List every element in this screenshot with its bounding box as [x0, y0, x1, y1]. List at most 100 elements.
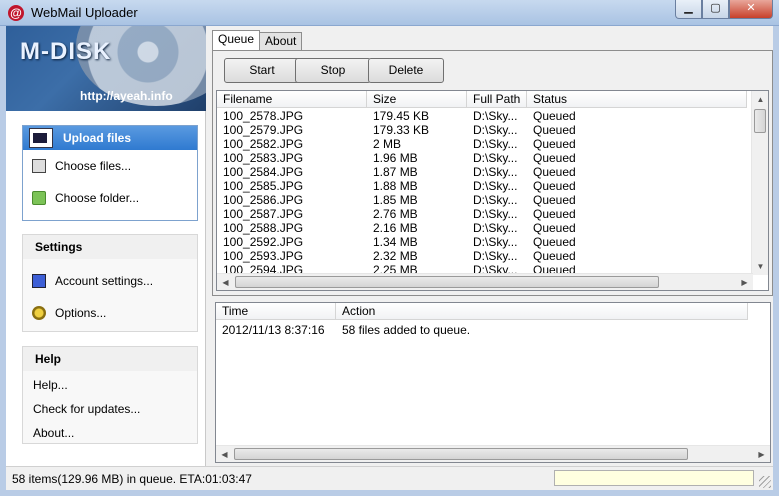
resize-grip[interactable]: [759, 476, 771, 488]
table-cell: Queued: [533, 151, 576, 165]
window-controls: ▁ ▢ ✕: [675, 0, 773, 19]
scroll-down-icon[interactable]: ▼: [752, 258, 768, 275]
column-filename[interactable]: Filename: [217, 91, 367, 108]
table-cell: D:\Sky...: [473, 165, 518, 179]
column-action[interactable]: Action: [336, 303, 748, 320]
table-cell: 100_2588.JPG: [223, 221, 304, 235]
table-cell: D:\Sky...: [473, 235, 518, 249]
queue-list[interactable]: Filename Size Full Path Status 100_2578.…: [216, 90, 769, 291]
choose-files-label: Choose files...: [55, 159, 132, 173]
log-cell: 58 files added to queue.: [342, 323, 471, 337]
minimize-button[interactable]: ▁: [675, 0, 702, 19]
banner: M-DISK http://ayeah.info: [6, 26, 206, 111]
table-cell: D:\Sky...: [473, 137, 518, 151]
settings-header[interactable]: Settings: [23, 235, 197, 259]
table-cell: D:\Sky...: [473, 123, 518, 137]
window-title: WebMail Uploader: [31, 5, 138, 20]
sidebar: M-DISK http://ayeah.info Upload files Ch…: [6, 26, 206, 466]
main-area: Queue About Start Stop Delete Filename S…: [212, 26, 773, 466]
help-header[interactable]: Help: [23, 347, 197, 371]
start-button[interactable]: Start: [224, 58, 300, 83]
title-bar[interactable]: @ WebMail Uploader ▁ ▢ ✕: [0, 0, 779, 26]
column-time[interactable]: Time: [216, 303, 336, 320]
table-row[interactable]: 100_2586.JPG 1.85 MB D:\Sky... Queued: [217, 193, 747, 207]
account-icon: [32, 274, 46, 288]
choose-files-link[interactable]: Choose files...: [23, 150, 197, 182]
column-status[interactable]: Status: [527, 91, 747, 108]
table-row[interactable]: 100_2583.JPG 1.96 MB D:\Sky... Queued: [217, 151, 747, 165]
folder-icon: [32, 191, 46, 205]
column-full-path[interactable]: Full Path: [467, 91, 527, 108]
table-cell: 2.76 MB: [373, 207, 418, 221]
help-link[interactable]: Help...: [23, 373, 197, 397]
table-cell: Queued: [533, 193, 576, 207]
table-row[interactable]: 100_2592.JPG 1.34 MB D:\Sky... Queued: [217, 235, 747, 249]
log-list-header: Time Action: [216, 303, 748, 320]
options-label: Options...: [55, 306, 107, 320]
gear-icon: [32, 306, 46, 320]
table-cell: D:\Sky...: [473, 249, 518, 263]
banner-url[interactable]: http://ayeah.info: [80, 89, 173, 103]
settings-group: Settings Account settings... Options...: [22, 234, 198, 332]
queue-vertical-scrollbar[interactable]: ▲ ▼: [751, 91, 768, 275]
table-cell: Queued: [533, 137, 576, 151]
scroll-up-icon[interactable]: ▲: [752, 91, 768, 108]
table-row[interactable]: 100_2578.JPG 179.45 KB D:\Sky... Queued: [217, 109, 747, 123]
upload-files-header[interactable]: Upload files: [23, 126, 197, 150]
choose-folder-link[interactable]: Choose folder...: [23, 182, 197, 214]
table-cell: D:\Sky...: [473, 109, 518, 123]
close-button[interactable]: ✕: [729, 0, 773, 19]
table-row[interactable]: 100_2579.JPG 179.33 KB D:\Sky... Queued: [217, 123, 747, 137]
table-cell: 100_2578.JPG: [223, 109, 304, 123]
maximize-button[interactable]: ▢: [702, 0, 729, 19]
table-row[interactable]: 100_2593.JPG 2.32 MB D:\Sky... Queued: [217, 249, 747, 263]
table-cell: 1.34 MB: [373, 235, 418, 249]
stop-button[interactable]: Stop: [295, 58, 371, 83]
scroll-thumb[interactable]: [754, 109, 766, 133]
table-row[interactable]: 100_2588.JPG 2.16 MB D:\Sky... Queued: [217, 221, 747, 235]
scroll-left-icon[interactable]: ◀: [217, 274, 234, 290]
account-settings-link[interactable]: Account settings...: [23, 265, 197, 297]
table-row[interactable]: 100_2585.JPG 1.88 MB D:\Sky... Queued: [217, 179, 747, 193]
status-text: 58 items(129.96 MB) in queue. ETA:01:03:…: [12, 472, 252, 486]
log-row[interactable]: 2012/11/13 8:37:16 58 files added to queu…: [216, 323, 748, 337]
table-cell: D:\Sky...: [473, 221, 518, 235]
table-row[interactable]: 100_2584.JPG 1.87 MB D:\Sky... Queued: [217, 165, 747, 179]
table-row[interactable]: 100_2582.JPG 2 MB D:\Sky... Queued: [217, 137, 747, 151]
options-link[interactable]: Options...: [23, 297, 197, 329]
status-bar: 58 items(129.96 MB) in queue. ETA:01:03:…: [6, 466, 773, 490]
table-cell: D:\Sky...: [473, 193, 518, 207]
status-field: [554, 470, 754, 486]
queue-horizontal-scrollbar[interactable]: ◀ ▶: [217, 273, 753, 290]
check-updates-link[interactable]: Check for updates...: [23, 397, 197, 421]
table-cell: D:\Sky...: [473, 207, 518, 221]
scroll-right-icon[interactable]: ▶: [753, 446, 770, 462]
about-link[interactable]: About...: [23, 421, 197, 445]
table-cell: Queued: [533, 207, 576, 221]
table-cell: 100_2593.JPG: [223, 249, 304, 263]
table-cell: 100_2584.JPG: [223, 165, 304, 179]
banner-logo: M-DISK: [20, 38, 112, 65]
table-cell: Queued: [533, 123, 576, 137]
log-horizontal-scrollbar[interactable]: ◀ ▶: [216, 445, 770, 462]
scroll-left-icon[interactable]: ◀: [216, 446, 233, 462]
delete-button[interactable]: Delete: [368, 58, 444, 83]
choose-folder-label: Choose folder...: [55, 191, 140, 205]
tab-about[interactable]: About: [259, 32, 303, 51]
table-cell: 100_2586.JPG: [223, 193, 304, 207]
queue-tab-page: Start Stop Delete Filename Size Full Pat…: [212, 50, 773, 296]
queue-list-header: Filename Size Full Path Status: [217, 91, 747, 108]
upload-files-group: Upload files Choose files... Choose fold…: [22, 125, 198, 221]
files-icon: [32, 159, 46, 173]
scroll-right-icon[interactable]: ▶: [736, 274, 753, 290]
log-list[interactable]: Time Action 2012/11/13 8:37:16 58 files a…: [215, 302, 771, 463]
table-cell: 1.85 MB: [373, 193, 418, 207]
scroll-thumb[interactable]: [235, 276, 659, 288]
table-cell: 100_2585.JPG: [223, 179, 304, 193]
table-row[interactable]: 100_2587.JPG 2.76 MB D:\Sky... Queued: [217, 207, 747, 221]
tab-queue[interactable]: Queue: [212, 30, 261, 51]
log-cell: 2012/11/13 8:37:16: [222, 323, 325, 337]
column-size[interactable]: Size: [367, 91, 467, 108]
scroll-thumb[interactable]: [234, 448, 688, 460]
table-cell: Queued: [533, 221, 576, 235]
